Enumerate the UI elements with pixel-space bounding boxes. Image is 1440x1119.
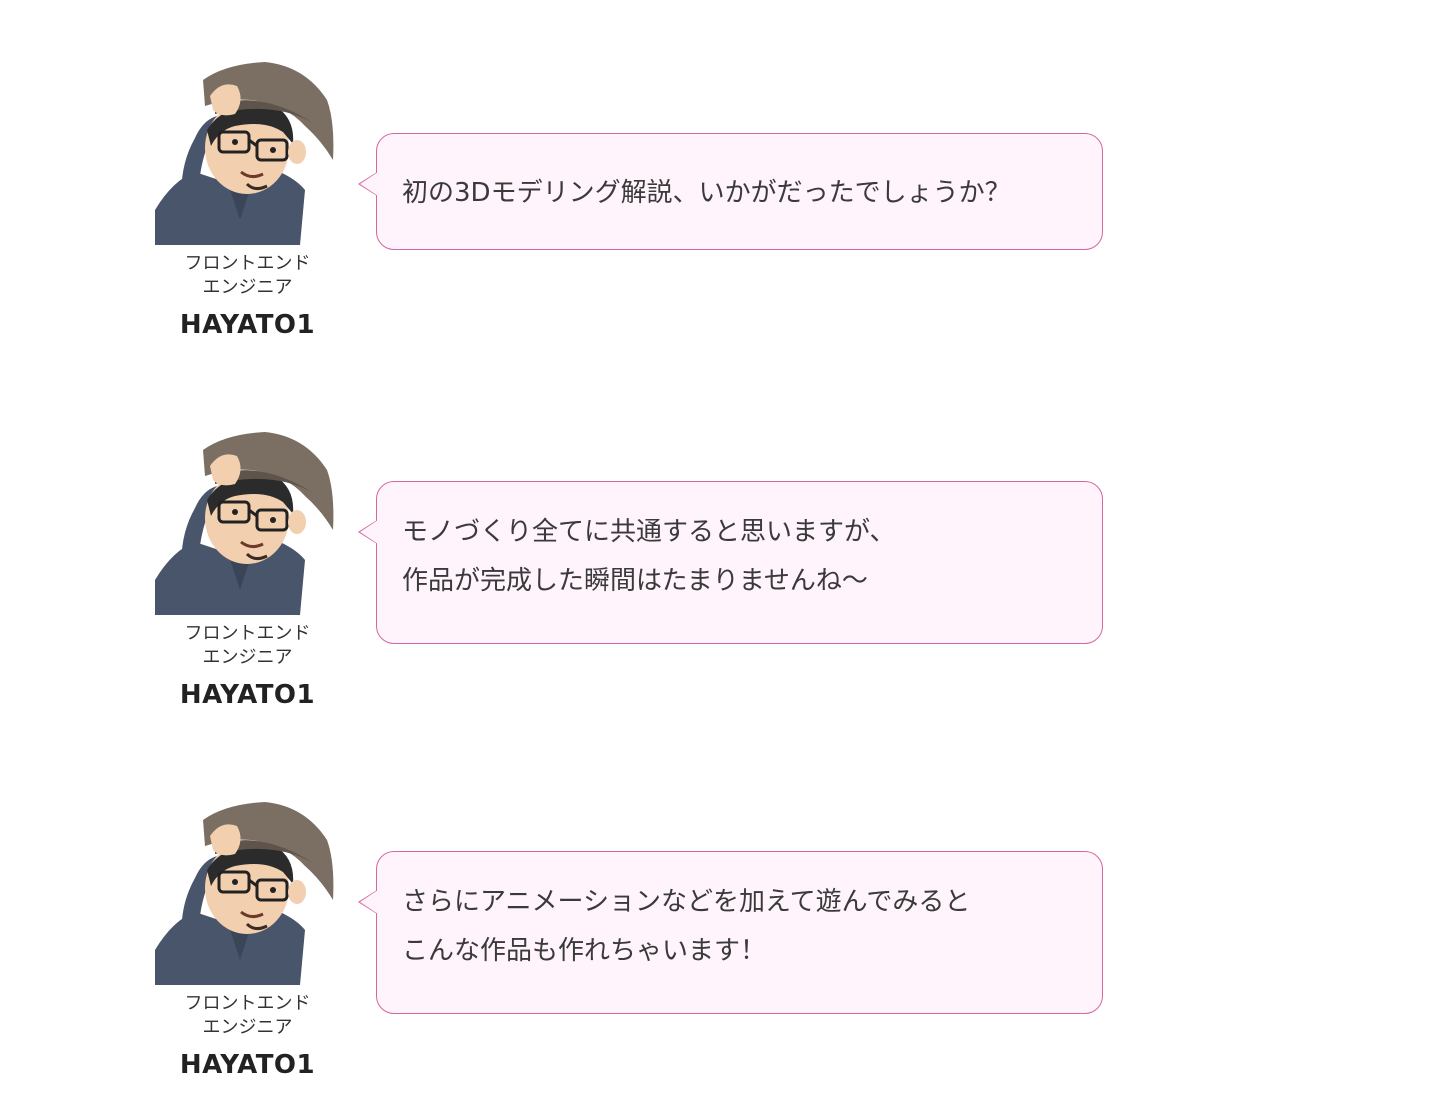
- speech-bubble: 初の3Dモデリング解説、いかがだったでしょうか？: [358, 133, 1103, 250]
- avatar: [155, 430, 340, 615]
- speech-dialog: フロントエンド エンジニア HAYATO1 さらにアニメーションなどを加えて遊ん…: [0, 800, 1440, 1100]
- speech-bubble: モノづくり全てに共通すると思いますが、 作品が完成した瞬間はたまりませんね〜: [358, 481, 1103, 644]
- speaker-name: HAYATO1: [179, 310, 316, 340]
- speaker-role-line1: フロントエンド: [184, 253, 311, 274]
- speech-bubble: さらにアニメーションなどを加えて遊んでみると こんな作品も作れちゃいます！: [358, 851, 1103, 1014]
- speaker-role: フロントエンド エンジニア: [150, 992, 345, 1040]
- avatar-illustration: [155, 432, 334, 615]
- speaker-role-line2: エンジニア: [202, 1017, 293, 1038]
- speaker-role-line1: フロントエンド: [184, 993, 311, 1014]
- speaker-name: HAYATO1: [179, 1050, 316, 1080]
- speech-dialog: フロントエンド エンジニア HAYATO1 初の3Dモデリング解説、いかがだった…: [0, 60, 1440, 360]
- message-line: 初の3Dモデリング解説、いかがだったでしょうか？: [402, 178, 1011, 208]
- avatar: [155, 800, 340, 985]
- message-line: さらにアニメーションなどを加えて遊んでみると: [402, 887, 971, 917]
- avatar-illustration: [155, 62, 334, 245]
- avatar: [155, 60, 340, 245]
- speaker-role-line2: エンジニア: [202, 647, 293, 668]
- speaker-role-line1: フロントエンド: [184, 623, 311, 644]
- message-line: モノづくり全てに共通すると思いますが、: [402, 517, 896, 547]
- speaker-role: フロントエンド エンジニア: [150, 622, 345, 670]
- speaker-name: HAYATO1: [179, 680, 316, 710]
- message-line: こんな作品も作れちゃいます！: [402, 936, 767, 966]
- speaker-role: フロントエンド エンジニア: [150, 252, 345, 300]
- message-line: 作品が完成した瞬間はたまりませんね〜: [402, 566, 868, 596]
- avatar-illustration: [155, 802, 334, 985]
- speaker-role-line2: エンジニア: [202, 277, 293, 298]
- speech-dialog: フロントエンド エンジニア HAYATO1 モノづくり全てに共通すると思いますが…: [0, 430, 1440, 730]
